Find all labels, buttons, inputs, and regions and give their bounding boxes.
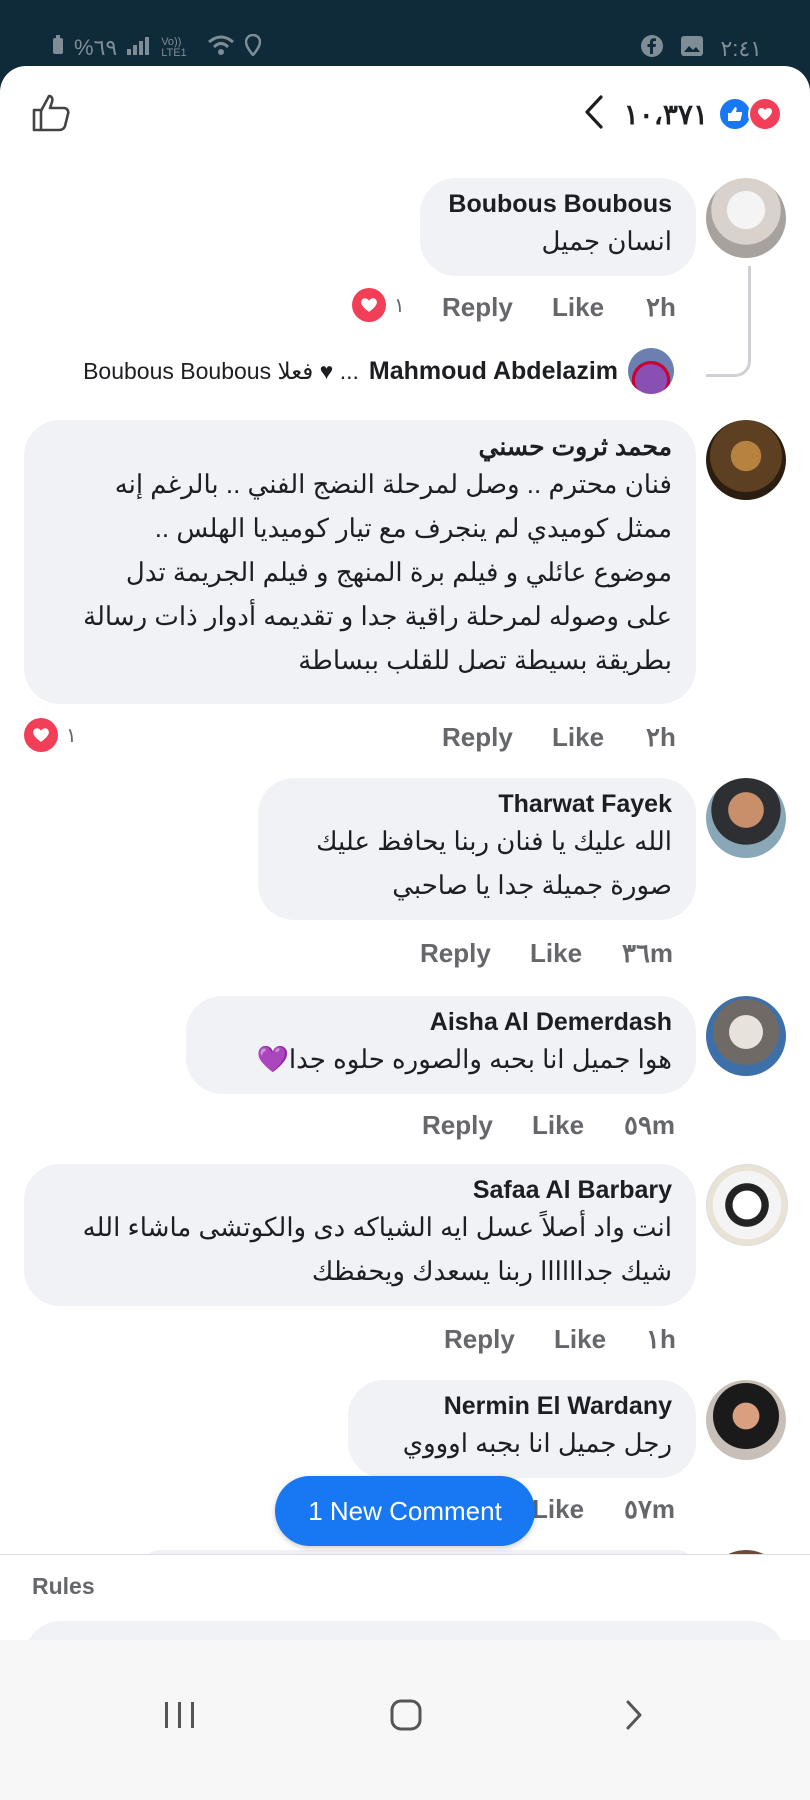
battery-icon [52, 35, 64, 61]
like-outline-icon[interactable] [30, 92, 72, 134]
comment-bubble: Tharwat Fayek الله عليك يا فنان ربنا يحا… [258, 778, 696, 920]
thread-line [706, 266, 751, 377]
comment-bubble: محمد ثروت حسني فنان محترم .. وصل لمرحلة … [24, 420, 696, 704]
avatar[interactable] [706, 778, 786, 858]
signal-icon [127, 35, 151, 61]
comment-bubble: Nermin El Wardany رجل جميل انا بجبه اووو… [348, 1380, 696, 1478]
reply-button[interactable]: Reply [442, 292, 513, 323]
reply-button[interactable]: Reply [420, 938, 491, 969]
like-button[interactable]: Like [532, 1110, 584, 1141]
back-nav-icon[interactable] [604, 1690, 664, 1740]
comment-text: على وصوله لمرحلة راقية جدا و تقديمه أدوا… [83, 601, 672, 631]
comment-bubble: Safaa Al Barbary انت واد أصلاً عسل ايه ا… [24, 1164, 696, 1306]
rules-link[interactable]: Rules [32, 1573, 95, 1600]
back-chevron-icon[interactable] [584, 94, 604, 134]
comment-text: موضوع عائلي و فيلم برة المنهج و فيلم الج… [125, 557, 672, 587]
comment-author[interactable]: Tharwat Fayek [282, 790, 672, 819]
reactions-summary[interactable]: ١٠،٣٧١ [584, 94, 782, 134]
comment-bubble: Boubous Boubous انسان جميل [420, 178, 696, 276]
reaction-badge[interactable]: ١ [24, 718, 77, 752]
comment-time: ٢h [646, 722, 676, 752]
avatar[interactable] [628, 348, 674, 394]
comments-sheet: ١٠،٣٧١ Boubous Boubous انسان جميل ٢h Lik… [0, 66, 810, 1800]
reply-preview[interactable]: Boubous Boubous فعلا ♥ ... Mahmoud Abdel… [24, 348, 674, 394]
avatar[interactable] [706, 178, 786, 258]
reaction-count: ١ [394, 294, 405, 317]
heart-icon [352, 288, 386, 322]
status-bar: %٦٩ Vo)) LTE1 ٢:٤١ [0, 0, 810, 66]
like-reaction-icon [718, 97, 752, 131]
comment-author[interactable]: Boubous Boubous [444, 190, 672, 219]
comment-author[interactable]: Nermin El Wardany [372, 1392, 672, 1421]
like-button[interactable]: Like [554, 1324, 606, 1355]
battery-percent: %٦٩ [74, 35, 118, 60]
comment-text: رجل جميل انا بجبه اوووي [402, 1428, 672, 1458]
avatar[interactable] [706, 420, 786, 500]
recents-icon[interactable] [150, 1690, 210, 1740]
reaction-badge[interactable]: ١ [352, 288, 405, 322]
comment-bubble: Aisha Al Demerdash هوا جميل انا بحبه وال… [186, 996, 696, 1094]
comment-author[interactable]: Aisha Al Demerdash [210, 1008, 672, 1037]
like-button[interactable]: Like [530, 938, 582, 969]
location-icon [244, 33, 262, 62]
heart-icon [24, 718, 58, 752]
comment-time: ٣٦m [622, 938, 674, 968]
reply-button[interactable]: Reply [422, 1110, 493, 1141]
comment-time: ١h [646, 1324, 676, 1354]
new-comment-button[interactable]: 1 New Comment [275, 1476, 535, 1546]
facebook-notification-icon [640, 34, 664, 64]
comment-text: شيك جداااااا ربنا يسعدك ويحفظك [311, 1256, 672, 1286]
comment-text: صورة جميلة جدا يا صاحبي [392, 870, 672, 900]
gallery-notification-icon [680, 35, 704, 63]
comment-author[interactable]: Safaa Al Barbary [48, 1176, 672, 1205]
comment-time: ٥٩m [624, 1110, 676, 1140]
like-button[interactable]: Like [552, 292, 604, 323]
network-label: Vo)) LTE1 [161, 36, 187, 59]
wifi-icon [207, 34, 235, 62]
comment-text: هوا جميل انا بحبه والصوره حلوه جدا💜 [256, 1044, 672, 1074]
comment-time: ٥٧m [624, 1494, 676, 1524]
reply-author[interactable]: Mahmoud Abdelazim [369, 357, 618, 386]
home-icon[interactable] [376, 1690, 436, 1740]
comment-text: الله عليك يا فنان ربنا يحافظ عليك [316, 826, 672, 856]
system-nav-bar [0, 1640, 810, 1800]
reaction-count: ١ [66, 724, 77, 747]
comment-text: انسان جميل [541, 226, 672, 256]
comment-text: فنان محترم .. وصل لمرحلة النضج الفني .. … [114, 469, 672, 499]
like-button[interactable]: Like [532, 1494, 584, 1525]
clock: ٢:٤١ [720, 36, 762, 61]
reply-button[interactable]: Reply [444, 1324, 515, 1355]
comment-time: ٢h [646, 292, 676, 322]
reply-preview-text: Boubous Boubous فعلا ♥ ... [83, 357, 359, 384]
avatar[interactable] [706, 996, 786, 1076]
comment-author[interactable]: محمد ثروت حسني [48, 432, 673, 462]
comment-text: ممثل كوميدي لم ينجرف مع تيار كوميديا اله… [154, 513, 672, 543]
love-reaction-icon [748, 97, 782, 131]
like-button[interactable]: Like [552, 722, 604, 753]
avatar[interactable] [706, 1380, 786, 1460]
reactions-header: ١٠،٣٧١ [0, 66, 810, 156]
comment-text: بطريقة بسيطة تصل للقلب ببساطة [298, 645, 672, 675]
comment-text: انت واد أصلاً عسل ايه الشياكه دى والكوتش… [82, 1212, 672, 1242]
reaction-count: ١٠،٣٧١ [623, 98, 708, 130]
reply-button[interactable]: Reply [442, 722, 513, 753]
avatar[interactable] [706, 1164, 788, 1246]
